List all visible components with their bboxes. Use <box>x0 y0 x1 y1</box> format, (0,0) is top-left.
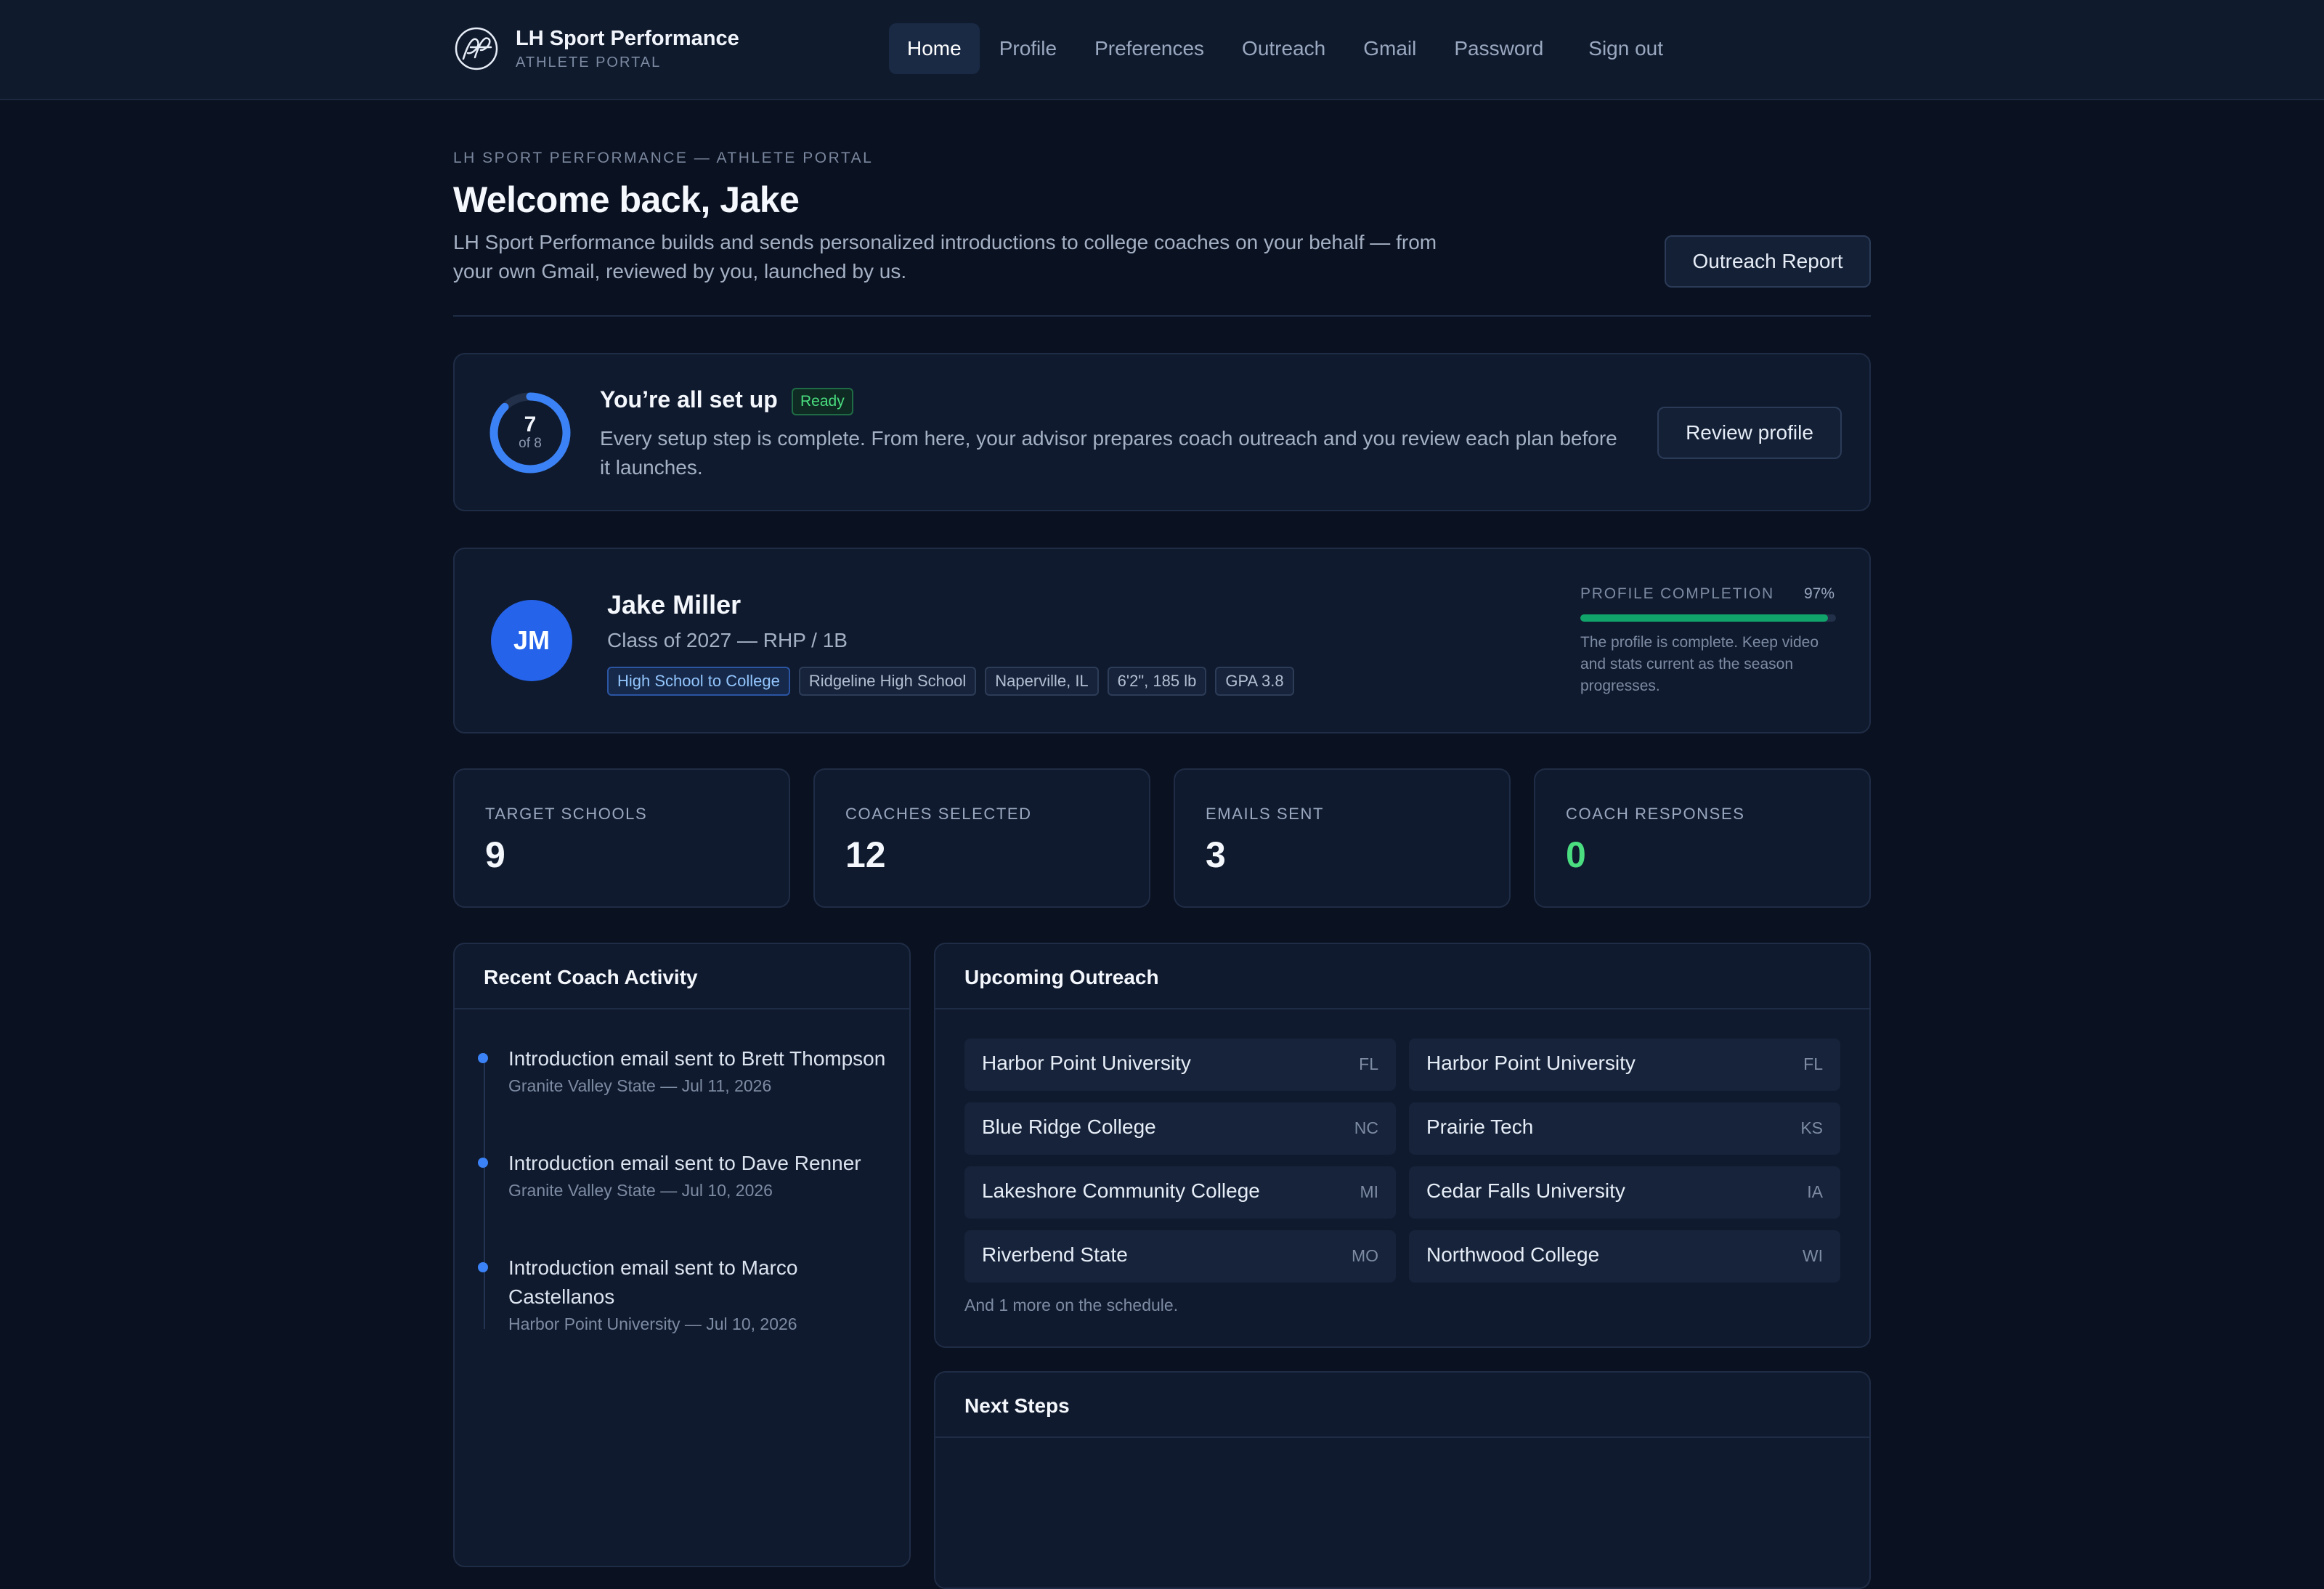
stat-value: 3 <box>1206 834 1226 875</box>
section-divider <box>455 1008 909 1009</box>
school-item[interactable]: Blue Ridge College NC <box>964 1102 1396 1155</box>
page-eyebrow: LH SPORT PERFORMANCE — ATHLETE PORTAL <box>453 150 874 166</box>
timeline-dot-icon <box>478 1262 488 1272</box>
next-steps-panel: Next Steps <box>934 1371 1871 1589</box>
activity-text: Introduction email sent to Brett Thompso… <box>508 1047 886 1070</box>
nav-preferences[interactable]: Preferences <box>1076 23 1222 74</box>
setup-title: You’re all set up <box>600 386 778 413</box>
nav-outreach[interactable]: Outreach <box>1224 23 1344 74</box>
athlete-tags: High School to College Ridgeline High Sc… <box>607 667 1303 696</box>
school-name: Prairie Tech <box>1426 1115 1534 1138</box>
profile-completion-bar <box>1580 614 1836 622</box>
stat-value: 9 <box>485 834 505 875</box>
school-item[interactable]: Lakeshore Community College MI <box>964 1166 1396 1219</box>
school-name: Harbor Point University <box>1426 1052 1636 1074</box>
upcoming-outreach-panel: Upcoming Outreach Harbor Point Universit… <box>934 943 1871 1348</box>
stat-value: 0 <box>1566 834 1586 875</box>
school-state: KS <box>1800 1118 1823 1137</box>
athlete-profile-card: JM Jake Miller Class of 2027 — RHP / 1B … <box>453 548 1871 733</box>
tag-school: Ridgeline High School <box>798 667 977 696</box>
brand[interactable]: LH Sport Performance ATHLETE PORTAL <box>453 25 739 73</box>
school-state: WI <box>1802 1246 1823 1265</box>
activity-text: Introduction email sent to Dave Renner <box>508 1152 861 1174</box>
stat-label: COACH RESPONSES <box>1566 805 1745 823</box>
stat-coaches-selected: COACHES SELECTED 12 <box>813 768 1150 908</box>
activity-meta: Granite Valley State — Jul 11, 2026 <box>508 1076 772 1095</box>
activity-text: Introduction email sent to Marco Castell… <box>508 1256 798 1308</box>
profile-completion-note: The profile is complete. Keep video and … <box>1580 634 1819 694</box>
more-schools-note: And 1 more on the schedule. <box>964 1296 1179 1314</box>
review-profile-button[interactable]: Review profile <box>1657 407 1842 459</box>
header-divider <box>453 315 1871 317</box>
activity-meta: Harbor Point University — Jul 10, 2026 <box>508 1314 797 1333</box>
stat-coach-responses: COACH RESPONSES 0 <box>1534 768 1871 908</box>
stat-label: EMAILS SENT <box>1206 805 1325 823</box>
activity-item: Introduction email sent to Brett Thompso… <box>478 1044 886 1097</box>
tag-gpa: GPA 3.8 <box>1215 667 1294 696</box>
school-name: Cedar Falls University <box>1426 1179 1625 1202</box>
stat-label: TARGET SCHOOLS <box>485 805 648 823</box>
school-name: Harbor Point University <box>982 1052 1191 1074</box>
athlete-name: Jake Miller <box>607 590 742 619</box>
stat-label: COACHES SELECTED <box>845 805 1032 823</box>
top-navigation-bar: LH Sport Performance ATHLETE PORTAL Home… <box>0 0 2324 100</box>
recent-coach-activity-panel: Recent Coach Activity Introduction email… <box>453 943 911 1567</box>
timeline-dot-icon <box>478 1053 488 1063</box>
section-title: Upcoming Outreach <box>964 966 1159 988</box>
section-divider <box>935 1436 1869 1438</box>
status-badge: Ready <box>792 388 853 415</box>
athlete-class-line: Class of 2027 — RHP / 1B <box>607 629 848 651</box>
setup-steps-done: 7 <box>524 413 537 436</box>
nav-gmail[interactable]: Gmail <box>1345 23 1434 74</box>
avatar: JM <box>491 600 572 681</box>
school-state: MI <box>1360 1182 1378 1201</box>
profile-completion-fill <box>1580 614 1829 622</box>
nav-profile[interactable]: Profile <box>981 23 1075 74</box>
school-item[interactable]: Harbor Point University FL <box>964 1039 1396 1091</box>
setup-status-card: 7 of 8 You’re all set up Ready Every set… <box>453 353 1871 511</box>
school-item[interactable]: Northwood College WI <box>1409 1230 1840 1283</box>
stat-target-schools: TARGET SCHOOLS 9 <box>453 768 790 908</box>
sign-out-link[interactable]: Sign out <box>1570 23 1681 74</box>
section-title: Next Steps <box>964 1394 1070 1417</box>
school-state: IA <box>1807 1182 1823 1201</box>
school-name: Riverbend State <box>982 1243 1128 1266</box>
activity-item: Introduction email sent to Dave Renner G… <box>478 1149 886 1201</box>
tag-location: Naperville, IL <box>985 667 1099 696</box>
main-nav: Home Profile Preferences Outreach Gmail … <box>889 23 1683 74</box>
stat-emails-sent: EMAILS SENT 3 <box>1174 768 1511 908</box>
activity-item: Introduction email sent to Marco Castell… <box>478 1253 886 1335</box>
school-name: Lakeshore Community College <box>982 1179 1260 1202</box>
school-state: MO <box>1351 1246 1378 1265</box>
activity-meta: Granite Valley State — Jul 10, 2026 <box>508 1181 773 1200</box>
school-name: Blue Ridge College <box>982 1115 1156 1138</box>
school-item[interactable]: Riverbend State MO <box>964 1230 1396 1283</box>
brand-logo-icon <box>455 27 498 70</box>
school-item[interactable]: Cedar Falls University IA <box>1409 1166 1840 1219</box>
outreach-report-button[interactable]: Outreach Report <box>1665 235 1871 288</box>
stat-value: 12 <box>845 834 886 875</box>
setup-description: Every setup step is complete. From here,… <box>600 427 1617 479</box>
brand-subtitle: ATHLETE PORTAL <box>516 54 662 70</box>
page-title: Welcome back, Jake <box>453 179 800 220</box>
school-item[interactable]: Prairie Tech KS <box>1409 1102 1840 1155</box>
profile-completion-label: PROFILE COMPLETION <box>1580 585 1774 602</box>
tag-size: 6'2", 185 lb <box>1107 667 1207 696</box>
timeline-line <box>484 1053 485 1329</box>
brand-name: LH Sport Performance <box>516 27 739 50</box>
school-item[interactable]: Harbor Point University FL <box>1409 1039 1840 1091</box>
nav-home[interactable]: Home <box>889 23 980 74</box>
profile-completion-percent: 97% <box>1803 585 1835 602</box>
timeline-dot-icon <box>478 1158 488 1168</box>
tag-pathway: High School to College <box>607 667 790 696</box>
school-state: FL <box>1359 1054 1378 1073</box>
school-state: NC <box>1354 1118 1378 1137</box>
section-title: Recent Coach Activity <box>484 966 698 988</box>
page-intro: LH Sport Performance builds and sends pe… <box>453 231 1437 283</box>
setup-steps-total: of 8 <box>519 436 542 451</box>
nav-password[interactable]: Password <box>1436 23 1561 74</box>
school-name: Northwood College <box>1426 1243 1600 1266</box>
section-divider <box>935 1008 1869 1009</box>
school-state: FL <box>1803 1054 1823 1073</box>
